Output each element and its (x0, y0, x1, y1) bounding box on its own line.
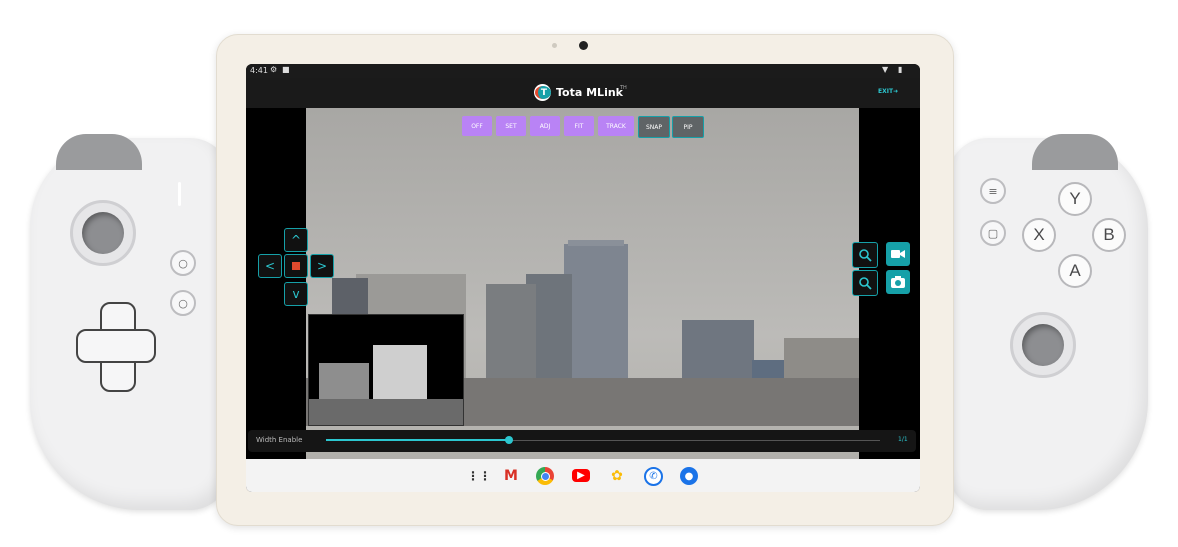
sensor (552, 43, 557, 48)
youtube-icon[interactable]: ▶ (572, 469, 590, 482)
slider-fill (326, 439, 509, 441)
stop-button[interactable] (284, 254, 308, 278)
gear-icon: ⚙ (270, 65, 278, 74)
slider-value: 1/1 (898, 436, 908, 443)
home-button[interactable]: ○ (170, 290, 196, 316)
app-bar: T Tota MLink TH EXIT➜ (246, 78, 920, 108)
pan-up-button[interactable]: ^ (284, 228, 308, 252)
app-title: Tota MLink (556, 86, 623, 99)
lock-icon: ■ (282, 65, 290, 74)
photo-camera-icon (891, 276, 905, 288)
mode-button-adj[interactable]: ADJ (530, 116, 560, 136)
slider-label: Width Enable (256, 436, 303, 444)
mode-button-fit[interactable]: FIT (564, 116, 594, 136)
snapshot-button[interactable] (886, 270, 910, 294)
video-camera-icon (891, 250, 905, 258)
dock-bar: ⋮⋮ M ▶ ✿ ✆ ● (246, 459, 920, 492)
view-button[interactable]: ▢ (980, 220, 1006, 246)
left-thumbstick[interactable] (70, 200, 136, 266)
mode-button-set[interactable]: SET (496, 116, 526, 136)
dpad[interactable] (76, 302, 156, 392)
right-bumper[interactable] (1032, 134, 1118, 170)
mode-button-off[interactable]: OFF (462, 116, 492, 136)
app-title-suffix: TH (620, 85, 627, 91)
messages-icon[interactable]: ● (680, 467, 698, 485)
screen: 4:41 ⚙ ■ ▼ ▮ T Tota MLink TH EXIT➜ OFF S… (246, 64, 920, 492)
app-logo-icon: T (534, 84, 551, 101)
stop-icon (292, 262, 300, 270)
pan-left-button[interactable]: < (258, 254, 282, 278)
gmail-icon[interactable]: M (502, 467, 520, 485)
face-button-y[interactable]: Y (1058, 182, 1092, 216)
wifi-icon: ▼ (882, 65, 889, 74)
front-camera (579, 41, 588, 50)
pip-thermal-view[interactable] (308, 314, 464, 426)
chrome-icon[interactable] (536, 467, 554, 485)
magnifier-minus-icon (859, 277, 872, 290)
indicator-light (178, 182, 181, 206)
record-video-button[interactable] (886, 242, 910, 266)
pan-right-button[interactable]: > (310, 254, 334, 278)
right-thumbstick[interactable] (1010, 312, 1076, 378)
face-button-b[interactable]: B (1092, 218, 1126, 252)
magnifier-plus-icon (859, 249, 872, 262)
exit-button[interactable]: EXIT➜ (878, 88, 898, 95)
mode-button-track[interactable]: TRACK (598, 116, 634, 136)
phone-icon[interactable]: ✆ (644, 467, 663, 486)
zoom-out-button[interactable] (852, 270, 878, 296)
apps-icon[interactable]: ⋮⋮ (467, 467, 491, 485)
face-button-x[interactable]: X (1022, 218, 1056, 252)
mode-button-snap[interactable]: SNAP (638, 116, 670, 138)
width-slider-bar: Width Enable 1/1 (248, 430, 916, 452)
mode-button-pip[interactable]: PIP (672, 116, 704, 138)
face-button-a[interactable]: A (1058, 254, 1092, 288)
status-time: 4:41 (250, 66, 268, 75)
photos-icon[interactable]: ✿ (608, 467, 626, 485)
status-bar: 4:41 ⚙ ■ ▼ ▮ (246, 64, 920, 78)
pan-down-button[interactable]: v (284, 282, 308, 306)
battery-icon: ▮ (898, 65, 903, 74)
zoom-in-button[interactable] (852, 242, 878, 268)
left-bumper[interactable] (56, 134, 142, 170)
menu-button[interactable]: ≡ (980, 178, 1006, 204)
capture-button[interactable]: ○ (170, 250, 196, 276)
slider-thumb[interactable] (504, 436, 513, 444)
